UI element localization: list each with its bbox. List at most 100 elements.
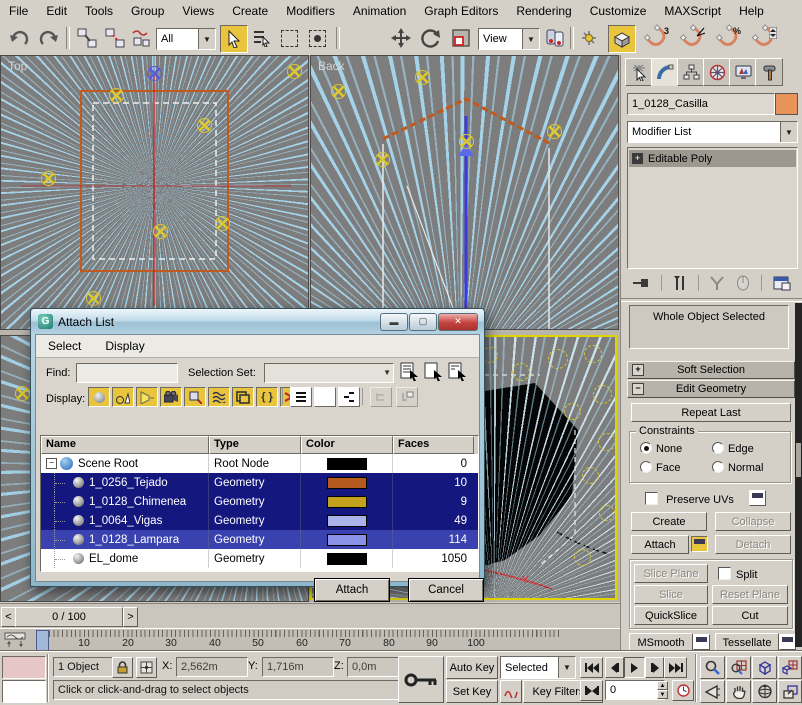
bind-to-spacewarp-icon[interactable] [128,25,154,51]
select-all-icon[interactable] [400,362,420,381]
menu-maxscript[interactable]: MAXScript [655,2,730,20]
preserve-uvs-settings-icon[interactable] [749,490,766,506]
find-input[interactable] [76,363,178,383]
angle-snap-icon[interactable] [680,25,706,51]
mini-curve-editor-icon[interactable] [4,632,26,648]
percent-snap-icon[interactable]: % [716,25,742,51]
modifier-list-dropdown[interactable]: Modifier List ▼ [627,121,798,143]
zoom-extents-all-icon[interactable] [778,656,802,679]
tab-create[interactable] [625,58,653,86]
make-unique-icon[interactable] [709,275,725,291]
display-spacewarps-icon[interactable] [208,387,230,407]
light-gizmo-icon[interactable] [582,467,599,484]
detach-button[interactable]: Detach [715,535,791,554]
tab-utilities[interactable] [755,58,783,86]
window-crossing-toggle-icon[interactable] [304,25,330,51]
redo-icon[interactable] [36,25,62,51]
create-button[interactable]: Create [631,512,707,531]
display-helpers-icon[interactable] [184,387,206,407]
light-gizmo-icon[interactable] [86,291,101,306]
display-geometry-icon[interactable] [88,387,110,407]
use-pivot-center-icon[interactable] [542,25,568,51]
scrollbar-thumb[interactable] [796,443,801,477]
close-icon[interactable]: ✕ [438,313,478,331]
light-gizmo-icon[interactable] [109,88,124,103]
time-configuration-icon[interactable] [672,680,694,701]
dialog-menu-display[interactable]: Display [93,337,156,355]
light-gizmo-icon[interactable] [215,216,230,231]
repeat-last-button[interactable]: Repeat Last [631,403,791,422]
light-gizmo-icon[interactable] [512,363,530,381]
display-subtree-icon[interactable] [370,387,392,407]
frame-spinner[interactable]: ▲▼ [657,681,668,699]
select-invert-icon[interactable] [448,362,468,381]
pin-stack-icon[interactable] [632,275,650,291]
column-type[interactable]: Type [209,436,301,454]
select-and-move-icon[interactable] [388,25,414,51]
display-shapes-icon[interactable] [112,387,134,407]
next-frame-arrow-icon[interactable]: > [123,607,138,627]
dialog-titlebar[interactable]: G Attach List ▬ ▢ ✕ [31,309,484,334]
display-cameras-icon[interactable] [160,387,182,407]
tab-hierarchy[interactable] [677,58,705,86]
zoom-extents-icon[interactable] [752,656,777,679]
tessellate-settings-icon[interactable] [779,634,796,650]
light-gizmo-icon[interactable] [153,224,168,239]
auto-key-button[interactable]: Auto Key [446,656,498,679]
selection-lock-icon[interactable] [112,657,133,678]
light-gizmo-icon[interactable] [197,118,212,133]
min-max-toggle-icon[interactable] [778,680,802,703]
play-animation-icon[interactable] [624,657,645,678]
select-subtree-icon[interactable] [396,387,418,407]
table-row-lampara[interactable]: 1_0128_Lampara Geometry 114 [41,530,478,549]
maxscript-listener-pink[interactable] [2,656,46,679]
select-object-icon[interactable] [220,25,248,53]
table-row-el-dome[interactable]: EL_dome Geometry 1050 [41,549,478,568]
slice-button[interactable]: Slice [634,585,708,604]
maxscript-listener-white[interactable] [2,680,46,703]
menu-edit[interactable]: Edit [37,2,76,20]
light-gizmo-icon[interactable] [574,549,591,566]
viewport-back[interactable]: z Back [310,55,619,330]
attach-button[interactable]: Attach [631,535,689,554]
snaps-toggle-icon[interactable] [608,25,636,53]
light-gizmo-icon[interactable] [459,134,474,149]
menu-help[interactable]: Help [730,2,773,20]
viewport-top[interactable]: Top z x [0,55,309,330]
unlink-selection-icon[interactable] [102,25,128,51]
light-gizmo-icon[interactable] [375,152,390,167]
select-and-link-icon[interactable] [74,25,100,51]
collapse-tree-icon[interactable]: − [46,458,57,469]
set-key-button[interactable]: Set Key [446,680,498,703]
camera-gizmo-icon[interactable] [147,66,162,81]
attach-list-settings-icon[interactable] [691,536,708,552]
x-coordinate-field[interactable]: 2,562m [176,657,248,677]
display-xrefs-icon[interactable]: { } [256,387,278,407]
pan-view-icon[interactable] [726,680,751,703]
field-of-view-icon[interactable] [700,680,725,703]
select-and-manipulate-icon[interactable] [576,25,602,51]
display-all-icon[interactable] [290,387,312,407]
select-none-icon[interactable] [424,362,444,381]
attach-confirm-button[interactable]: Attach [314,578,390,602]
table-row-vigas[interactable]: 1_0064_Vigas Geometry 49 [41,511,478,530]
remove-modifier-icon[interactable] [736,275,750,291]
quickslice-button[interactable]: QuickSlice [634,606,708,625]
zoom-icon[interactable] [700,656,725,679]
light-gizmo-icon[interactable] [15,386,30,401]
dialog-menu-select[interactable]: Select [36,337,93,355]
select-by-name-icon[interactable] [248,25,274,51]
current-frame-field[interactable]: 0 [605,680,665,700]
tab-modify[interactable] [651,58,679,86]
select-and-rotate-icon[interactable] [418,25,444,51]
current-frame-marker[interactable] [36,630,49,651]
constraint-face-radio[interactable]: Face [640,461,680,474]
absolute-mode-icon[interactable] [136,657,157,678]
selection-filter-dropdown[interactable]: All ▼ [156,28,216,50]
z-coordinate-field[interactable]: 0,0m [347,657,403,677]
display-lights-icon[interactable] [136,387,158,407]
light-gizmo-icon[interactable] [599,505,615,521]
y-coordinate-field[interactable]: 1,716m [262,657,334,677]
menu-tools[interactable]: Tools [76,2,122,20]
previous-frame-icon[interactable] [605,657,624,678]
